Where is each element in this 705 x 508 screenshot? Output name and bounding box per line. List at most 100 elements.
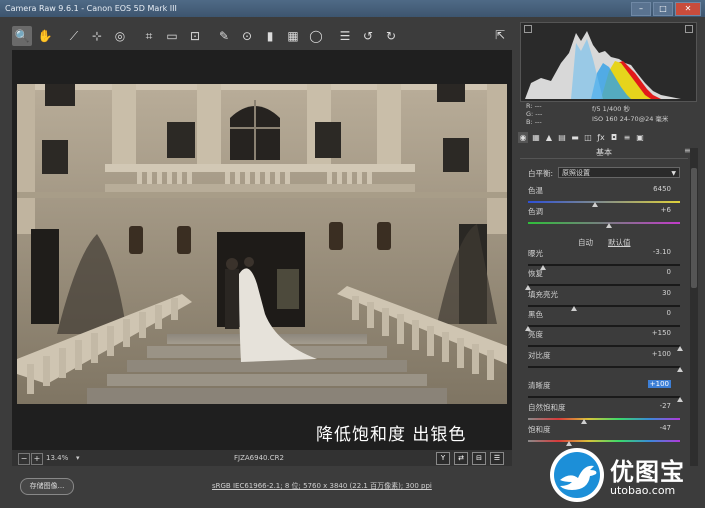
white-balance-icon[interactable]: ⟋ xyxy=(64,26,84,46)
saturation-value[interactable]: -47 xyxy=(631,424,671,432)
straighten-icon[interactable]: ▭ xyxy=(162,26,182,46)
blacks-slider-track[interactable] xyxy=(528,325,680,327)
fill-light-value[interactable]: 30 xyxy=(631,289,671,297)
temperature-slider-thumb[interactable] xyxy=(591,202,598,207)
tint-slider-track[interactable] xyxy=(528,222,680,224)
saturation-slider-track[interactable] xyxy=(528,440,680,442)
blacks-value[interactable]: 0 xyxy=(631,309,671,317)
zoom-in-button[interactable]: + xyxy=(31,453,43,465)
shadow-clipping-icon[interactable] xyxy=(524,25,532,33)
contrast-slider-thumb[interactable] xyxy=(677,367,683,372)
default-link[interactable]: 默认值 xyxy=(608,237,631,248)
exposure-slider-track[interactable] xyxy=(528,264,680,266)
tint-label: 色调 xyxy=(528,207,543,216)
camera-calibration-tab-icon[interactable]: ◘ xyxy=(609,132,619,143)
copy-settings-icon[interactable]: ⊟ xyxy=(472,452,486,465)
tint-slider-thumb[interactable] xyxy=(605,223,612,228)
brightness-value-text: +150 xyxy=(651,329,671,337)
radial-filter-icon[interactable]: ◯ xyxy=(306,26,326,46)
clarity-slider-thumb[interactable] xyxy=(677,397,683,402)
presets-tab-icon[interactable]: ≡ xyxy=(622,132,632,143)
clarity-value-text: +100 xyxy=(647,380,671,388)
watermark-title: 优图宝 xyxy=(610,458,685,486)
temperature-value[interactable]: 6450 xyxy=(631,185,671,193)
lens-corrections-tab-icon[interactable]: ◫ xyxy=(583,132,593,143)
contrast-label: 对比度 xyxy=(528,351,551,360)
fullscreen-icon[interactable]: ⇱ xyxy=(492,27,508,43)
rotate-cw-icon[interactable]: ↻ xyxy=(381,26,401,46)
blacks-label: 黑色 xyxy=(528,310,543,319)
tone-curve-tab-icon[interactable]: ▦ xyxy=(531,132,541,143)
effects-tab-icon[interactable]: ƒx xyxy=(596,132,606,143)
white-balance-select[interactable]: 原照设置 ▼ xyxy=(558,167,680,178)
temperature-label: 色温 xyxy=(528,186,543,195)
window-title: Camera Raw 9.6.1 - Canon EOS 5D Mark III xyxy=(5,4,177,13)
zoom-dropdown-icon[interactable]: ▾ xyxy=(76,450,80,466)
snapshots-tab-icon[interactable]: ▣ xyxy=(635,132,645,143)
save-image-button[interactable]: 存储图像... xyxy=(20,478,74,495)
crop-icon[interactable]: ⌗ xyxy=(139,26,159,46)
rgb-readout-b: B: --- xyxy=(526,118,542,126)
white-balance-label: 白平衡: xyxy=(528,169,554,178)
highlight-clipping-icon[interactable] xyxy=(685,25,693,33)
recovery-value[interactable]: 0 xyxy=(631,268,671,276)
split-toning-tab-icon[interactable]: ▬ xyxy=(570,132,580,143)
exposure-value[interactable]: -3.10 xyxy=(631,248,671,256)
zoom-icon[interactable]: 🔍 xyxy=(12,26,32,46)
hand-icon[interactable]: ✋ xyxy=(35,26,55,46)
brightness-value[interactable]: +150 xyxy=(631,329,671,337)
recovery-slider-track[interactable] xyxy=(528,284,680,286)
hsl-tab-icon[interactable]: ▤ xyxy=(557,132,567,143)
preview-preferences-icon[interactable]: ☰ xyxy=(490,452,504,465)
wedding-photo xyxy=(17,84,507,404)
vibrance-value[interactable]: -27 xyxy=(631,402,671,410)
brightness-slider-track[interactable] xyxy=(528,345,680,347)
contrast-value[interactable]: +100 xyxy=(631,350,671,358)
clarity-value[interactable]: +100 xyxy=(631,380,671,388)
exposure-info: f/5 1/400 秒 xyxy=(592,105,630,113)
adjustment-brush-icon[interactable]: ▮ xyxy=(260,26,280,46)
workflow-options-link[interactable]: sRGB IEC61966-2.1; 8 位; 5760 x 3840 (22.… xyxy=(212,481,432,491)
photo-caption: 降低饱和度 出银色 xyxy=(316,425,467,445)
close-button[interactable]: ✕ xyxy=(675,2,701,16)
detail-tab-icon[interactable]: ▲ xyxy=(544,132,554,143)
brightness-slider-thumb[interactable] xyxy=(677,346,683,351)
temperature-slider-track[interactable] xyxy=(528,201,680,203)
tool-bar: 🔍 ✋ ⟋ ⊹ ◎ ⌗ ▭ ⊡ ✎ ⊙ ▮ ▦ ◯ ☰ ↺ ↻ xyxy=(12,24,512,48)
target-adjust-icon[interactable]: ◎ xyxy=(110,26,130,46)
exposure-label: 曝光 xyxy=(528,249,543,258)
vibrance-slider-track[interactable] xyxy=(528,418,680,420)
brightness-label: 亮度 xyxy=(528,330,543,339)
swap-settings-icon[interactable]: ⇄ xyxy=(454,452,468,465)
file-name: FJZA6940.CR2 xyxy=(234,454,284,462)
auto-link[interactable]: 自动 xyxy=(578,237,593,248)
contrast-slider-track[interactable] xyxy=(528,366,680,368)
panel-divider xyxy=(520,158,688,159)
zoom-out-button[interactable]: − xyxy=(18,453,30,465)
preferences-icon[interactable]: ☰ xyxy=(335,26,355,46)
basic-tab-icon[interactable]: ◉ xyxy=(518,131,528,143)
image-preview-area[interactable]: 降低饱和度 出银色 xyxy=(12,50,512,450)
recovery-label: 恢复 xyxy=(528,269,543,278)
panel-scrollbar[interactable] xyxy=(690,148,698,466)
panel-title: 基本 xyxy=(596,148,612,157)
color-sampler-icon[interactable]: ⊹ xyxy=(87,26,107,46)
panel-scrollbar-thumb[interactable] xyxy=(691,168,697,288)
zoom-level[interactable]: 13.4% xyxy=(46,450,68,466)
preview-statusbar: − + 13.4% ▾ FJZA6940.CR2 Y ⇄ ⊟ ☰ xyxy=(12,450,512,466)
spot-removal-icon[interactable]: ✎ xyxy=(214,26,234,46)
clarity-slider-track[interactable] xyxy=(528,396,680,398)
before-after-y-icon[interactable]: Y xyxy=(436,452,450,465)
fill-light-slider-thumb[interactable] xyxy=(570,306,577,311)
graduated-filter-icon[interactable]: ▦ xyxy=(283,26,303,46)
vibrance-slider-thumb[interactable] xyxy=(581,419,588,424)
maximize-button[interactable]: □ xyxy=(653,2,673,16)
tint-value[interactable]: +6 xyxy=(631,206,671,214)
fill-light-slider-track[interactable] xyxy=(528,305,680,307)
watermark-url: utobao.com xyxy=(610,484,676,497)
minimize-button[interactable]: – xyxy=(631,2,651,16)
chevron-down-icon: ▼ xyxy=(671,170,676,177)
rotate-ccw-icon[interactable]: ↺ xyxy=(358,26,378,46)
red-eye-icon[interactable]: ⊙ xyxy=(237,26,257,46)
transform-icon[interactable]: ⊡ xyxy=(185,26,205,46)
